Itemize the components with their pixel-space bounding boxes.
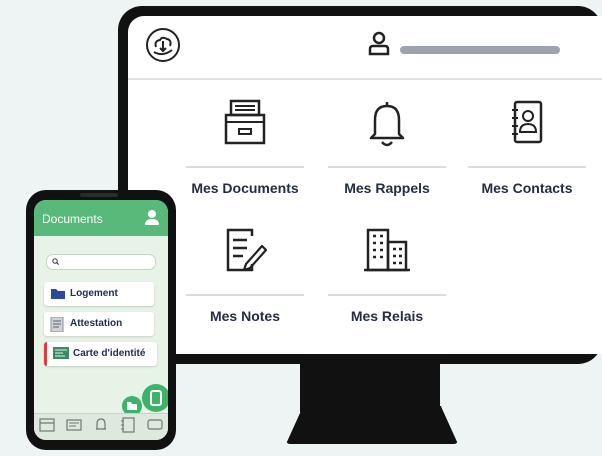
add-document-button[interactable] [142,384,168,412]
tile-mes-relais[interactable]: Mes Relais [328,226,446,324]
mobile-header: Documents [34,200,168,236]
tile-mes-contacts[interactable]: Mes Contacts [468,98,586,196]
monitor-stand-base [286,406,458,444]
nav-contacts-icon[interactable] [120,416,136,438]
doc-item-label: Logement [70,288,118,299]
note-pencil-icon [186,226,304,286]
monitor-stand-neck [300,364,440,412]
tile-label: Mes Relais [350,308,424,324]
nav-notes-icon[interactable] [66,417,82,438]
nav-documents-icon[interactable] [39,417,55,438]
desktop-screen: Mes Documents Mes Rappels Mes Contacts M… [128,16,602,354]
folder-icon [50,287,66,303]
tile-mes-rappels[interactable]: Mes Rappels [328,98,446,196]
app-logo-icon[interactable] [146,28,180,62]
tile-label: Mes Documents [191,180,299,196]
doc-item-label: Attestation [70,318,123,329]
user-profile-icon[interactable] [144,209,160,230]
address-book-icon [468,98,586,158]
search-input[interactable] [46,254,156,270]
desktop-topbar [128,16,602,80]
buildings-icon [328,226,446,286]
mobile-header-title: Documents [42,212,103,226]
tile-label: Mes Rappels [344,180,430,196]
mobile-screen: Documents Logement Attestation Carte d'i… [34,200,168,440]
desktop-monitor: Mes Documents Mes Rappels Mes Contacts M… [118,6,602,364]
id-card-icon [53,347,69,362]
document-icon [150,390,162,406]
tile-mes-documents[interactable]: Mes Documents [186,98,304,196]
tile-mes-notes[interactable]: Mes Notes [186,226,304,324]
search-bar[interactable] [400,46,560,54]
document-icon [50,316,64,335]
tile-label: Mes Contacts [481,180,573,196]
doc-item-label: Carte d'identité [73,348,146,359]
doc-item-carte-identite[interactable]: Carte d'identité [44,342,157,366]
search-icon [52,258,59,265]
user-profile-icon[interactable] [368,30,390,61]
bell-icon [328,98,446,158]
phone-notch [80,193,118,197]
mobile-bottom-nav [34,413,168,440]
mobile-phone: Documents Logement Attestation Carte d'i… [26,190,176,450]
folder-icon [127,402,137,410]
file-cabinet-icon [186,98,304,158]
doc-item-attestation[interactable]: Attestation [44,312,154,336]
nav-messages-icon[interactable] [146,417,163,438]
nav-reminders-icon[interactable] [93,417,109,438]
doc-item-logement[interactable]: Logement [44,282,154,306]
tile-label: Mes Notes [209,308,281,324]
